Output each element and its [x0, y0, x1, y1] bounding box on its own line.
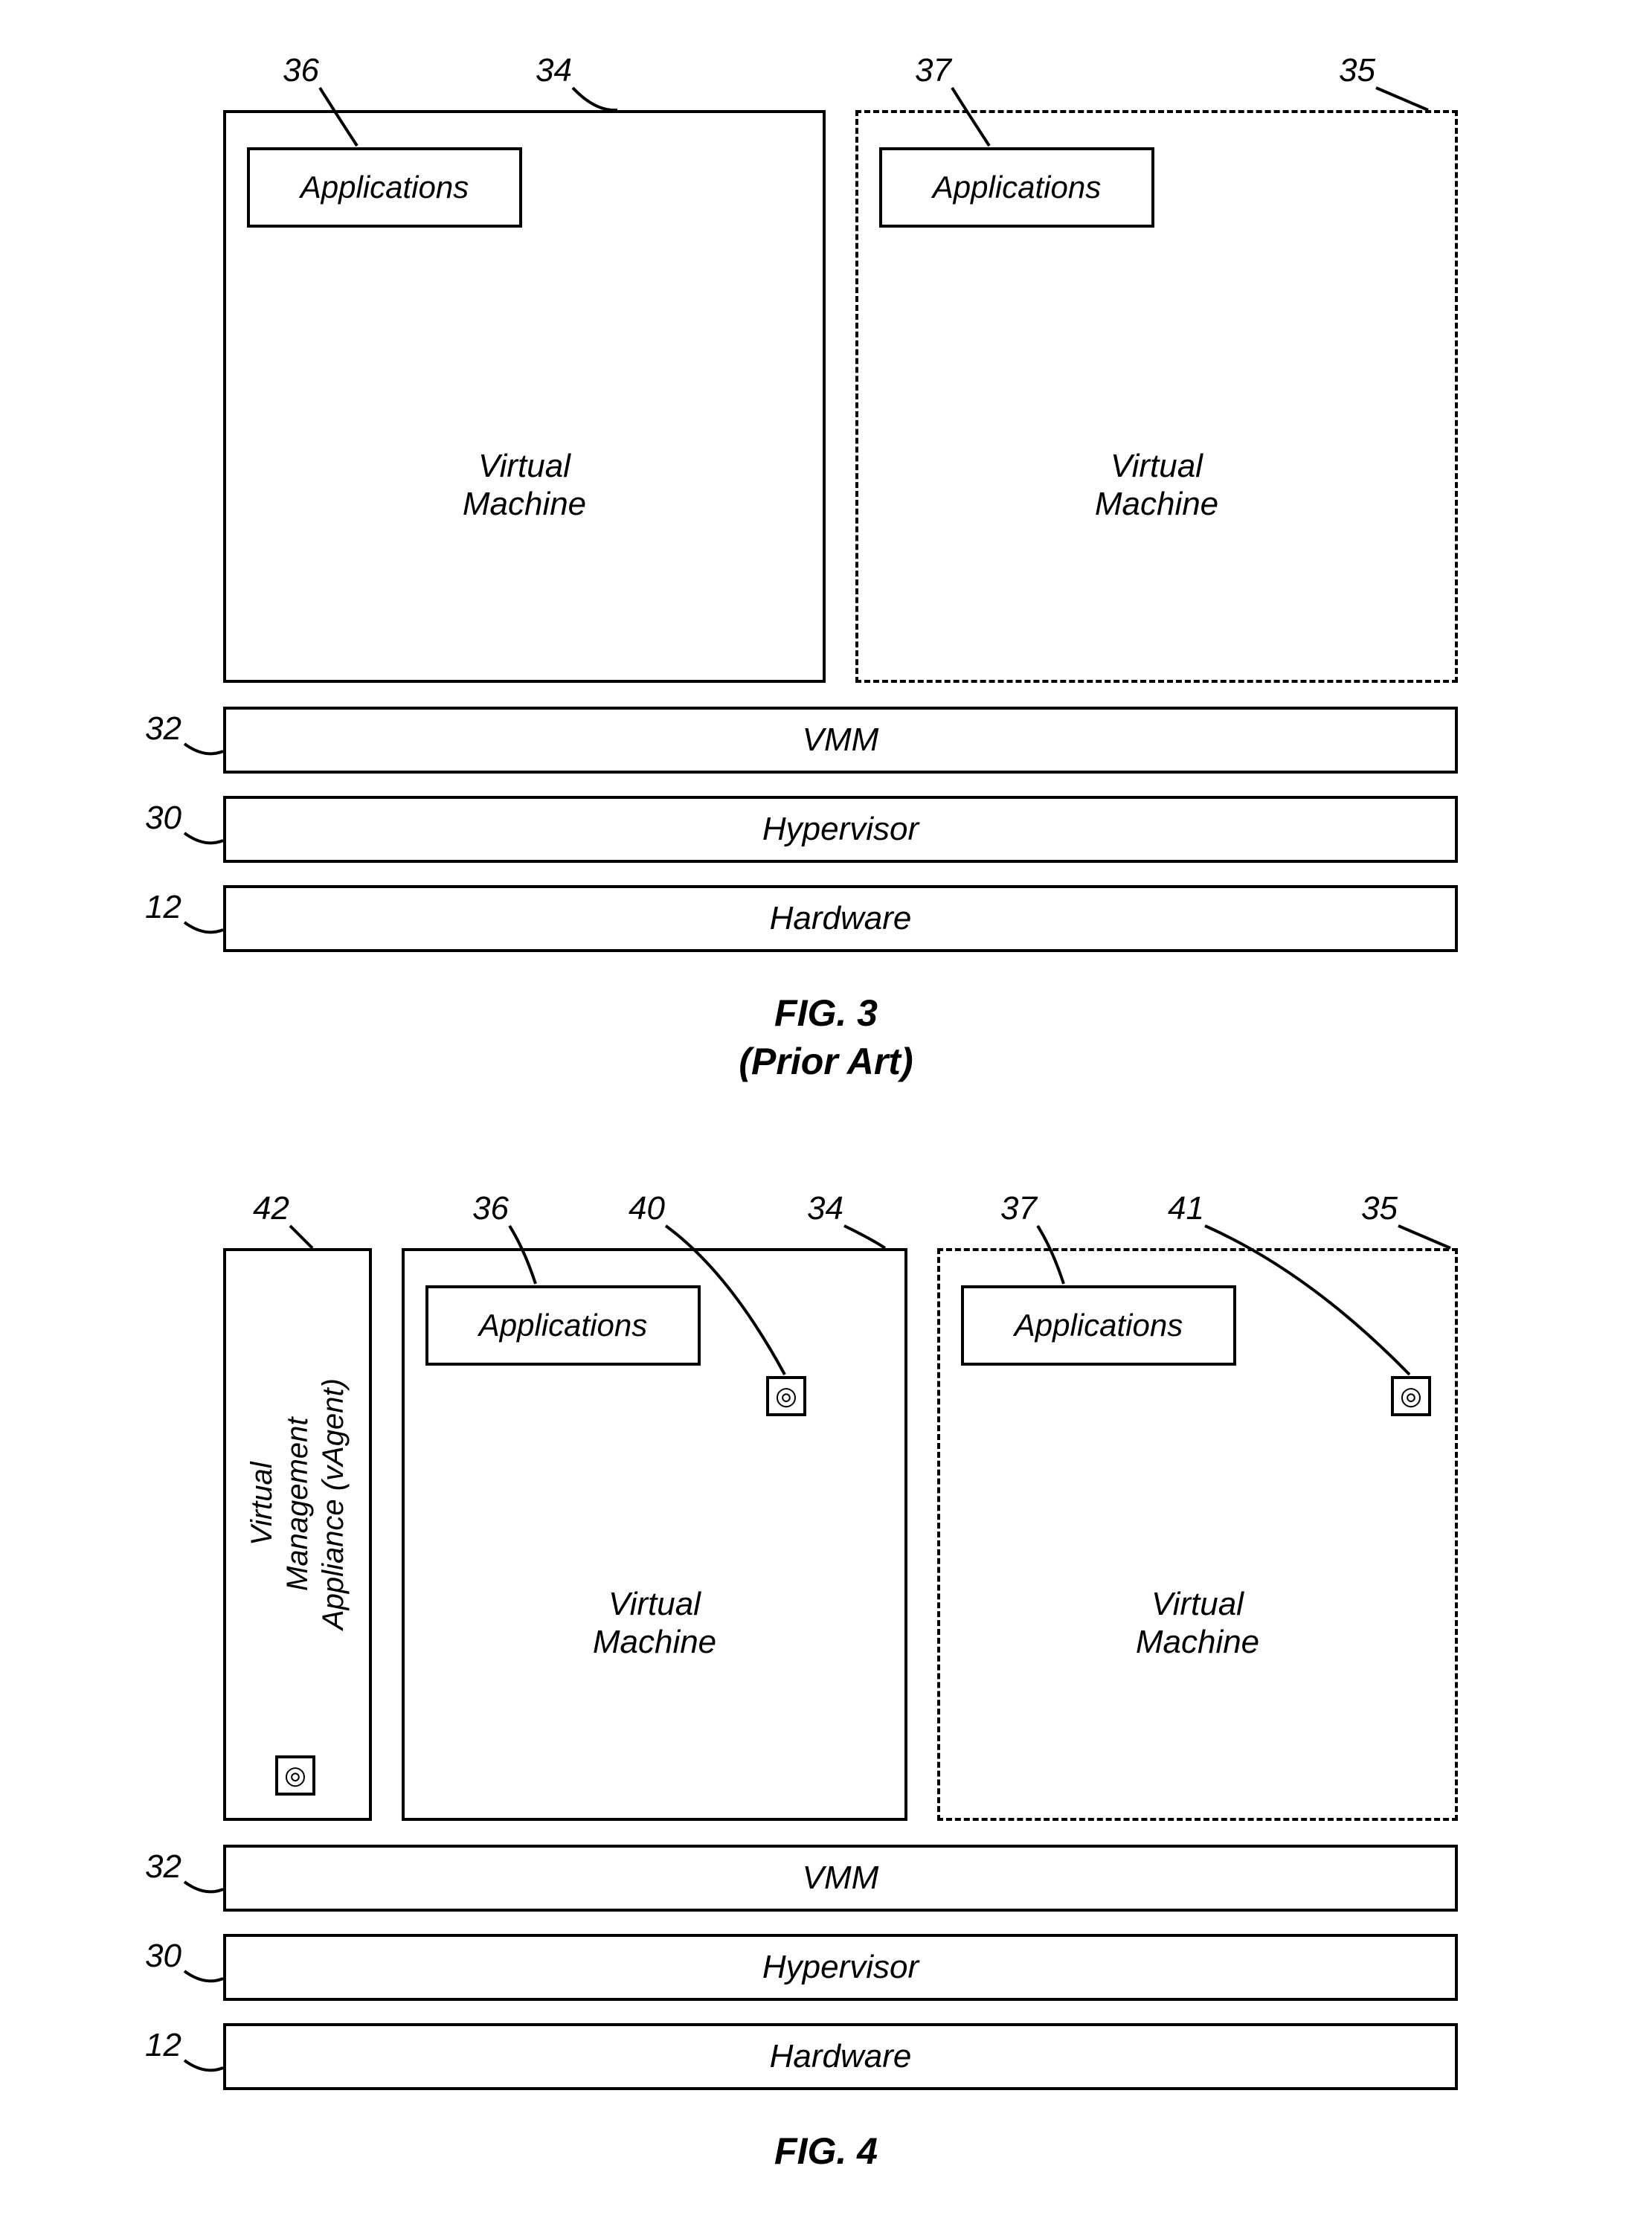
fig4-caption-text: FIG. 4 — [774, 2130, 878, 2172]
fig4-vm-right-icon: ◎ — [1391, 1376, 1431, 1416]
fig4-caption: FIG. 4 — [0, 2127, 1652, 2176]
fig3-vm-right-label: Virtual Machine — [1095, 448, 1218, 523]
fig4-ref-37: 37 — [1000, 1190, 1037, 1227]
fig4-vagent-label: Virtual Management Appliance (vAgent) — [244, 1311, 351, 1697]
fig4-vmm-bar: VMM — [223, 1845, 1458, 1912]
fig3-apps-left: Applications — [247, 147, 522, 228]
fig4-apps-right-label: Applications — [1015, 1308, 1183, 1343]
fig4-ref-42: 42 — [253, 1190, 289, 1227]
fig4-ref-12: 12 — [145, 2027, 181, 2064]
fig3-vmm-bar: VMM — [223, 707, 1458, 774]
fig4-vmm-label: VMM — [803, 1860, 879, 1897]
fig3-vmm-label: VMM — [803, 721, 879, 759]
figure-4: Virtual Management Appliance (vAgent) ◎ … — [0, 1138, 1652, 2202]
fig4-apps-mid-label: Applications — [479, 1308, 647, 1343]
fig3-vm-left-label: Virtual Machine — [463, 448, 586, 523]
fig4-ref-40: 40 — [629, 1190, 665, 1227]
fig3-caption-line2: (Prior Art) — [739, 1041, 913, 1082]
fig4-ref-35: 35 — [1361, 1190, 1398, 1227]
fig3-hardware-label: Hardware — [770, 900, 912, 938]
fig3-ref-30: 30 — [145, 800, 181, 837]
fig3-apps-right: Applications — [879, 147, 1154, 228]
spiral-icon: ◎ — [1400, 1383, 1422, 1409]
fig4-ref-30: 30 — [145, 1938, 181, 1975]
fig4-apps-right: Applications — [961, 1285, 1236, 1366]
fig4-hardware-bar: Hardware — [223, 2023, 1458, 2090]
fig3-hardware-bar: Hardware — [223, 885, 1458, 952]
fig4-ref-36: 36 — [472, 1190, 509, 1227]
fig3-ref-36: 36 — [283, 52, 319, 89]
fig4-ref-34: 34 — [807, 1190, 843, 1227]
fig4-vm-right-label: Virtual Machine — [1136, 1586, 1259, 1661]
fig3-caption: FIG. 3 (Prior Art) — [0, 989, 1652, 1086]
fig3-apps-left-label: Applications — [300, 170, 469, 205]
fig3-ref-32: 32 — [145, 710, 181, 748]
fig4-vagent-icon: ◎ — [275, 1755, 315, 1796]
fig4-vm-mid-label: Virtual Machine — [593, 1586, 716, 1661]
fig4-hypervisor-label: Hypervisor — [762, 1949, 919, 1987]
fig3-hypervisor-bar: Hypervisor — [223, 796, 1458, 863]
fig3-apps-right-label: Applications — [933, 170, 1101, 205]
fig4-hardware-label: Hardware — [770, 2038, 912, 2076]
fig3-ref-37: 37 — [915, 52, 951, 89]
fig3-ref-34: 34 — [536, 52, 572, 89]
fig3-caption-line1: FIG. 3 — [774, 992, 878, 1034]
fig4-vagent-box: Virtual Management Appliance (vAgent) — [223, 1248, 372, 1821]
spiral-icon: ◎ — [284, 1763, 306, 1788]
fig3-hypervisor-label: Hypervisor — [762, 811, 919, 849]
fig3-ref-35: 35 — [1339, 52, 1375, 89]
spiral-icon: ◎ — [775, 1383, 797, 1409]
fig4-ref-41: 41 — [1168, 1190, 1204, 1227]
fig4-vm-mid-icon: ◎ — [766, 1376, 806, 1416]
fig3-ref-12: 12 — [145, 889, 181, 926]
fig4-ref-32: 32 — [145, 1848, 181, 1886]
figure-3: Virtual Machine Applications Virtual Mac… — [0, 0, 1652, 1086]
fig4-apps-mid: Applications — [425, 1285, 701, 1366]
fig4-hypervisor-bar: Hypervisor — [223, 1934, 1458, 2001]
